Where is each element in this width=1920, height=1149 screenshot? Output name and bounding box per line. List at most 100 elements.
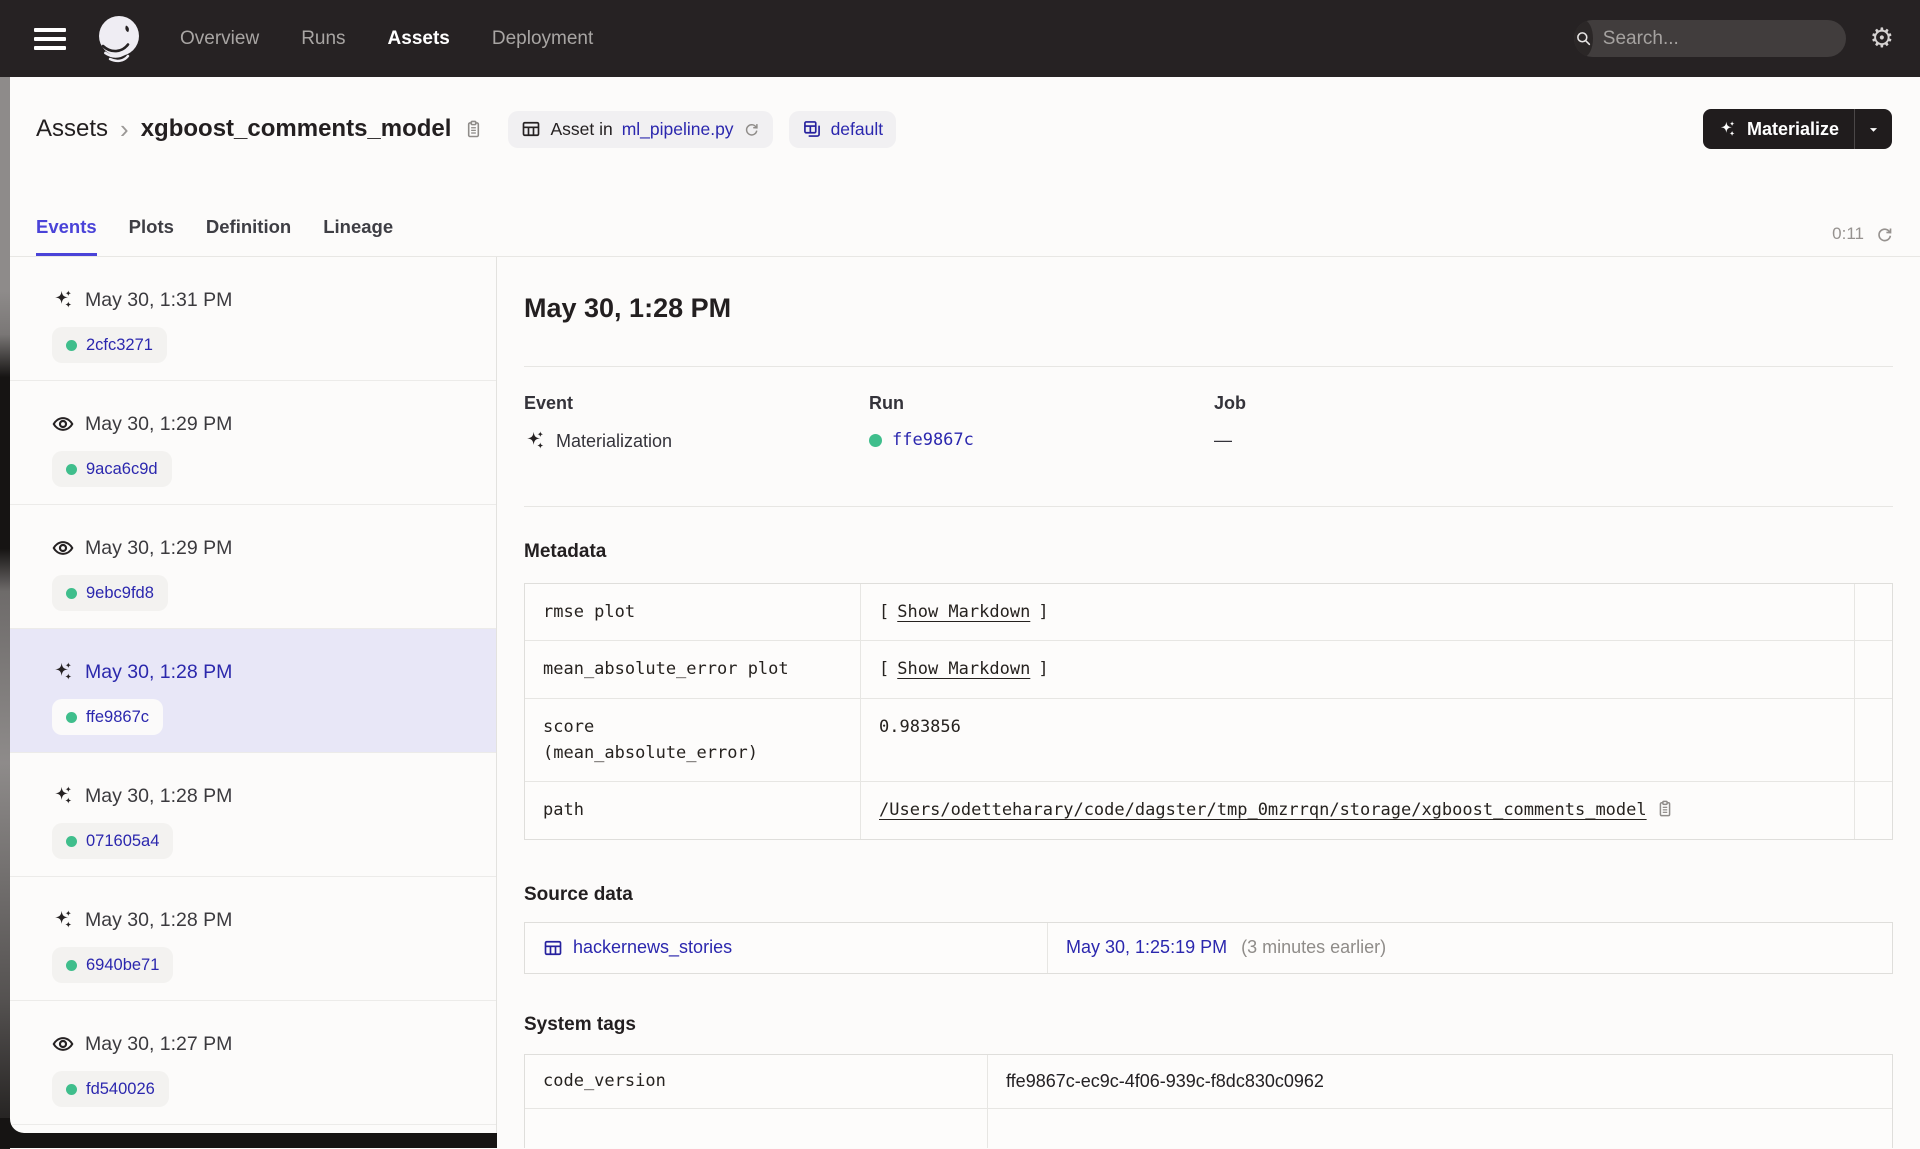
source-asset-cell: hackernews_stories bbox=[525, 923, 1047, 973]
search-icon bbox=[1573, 20, 1593, 57]
show-markdown-link[interactable]: Show Markdown bbox=[897, 656, 1030, 682]
event-list-item[interactable]: May 30, 1:29 PM 9ebc9fd8 bbox=[10, 505, 496, 629]
table-row: path /Users/odetteharary/code/dagster/tm… bbox=[525, 781, 1892, 839]
asset-location-chip[interactable]: Asset in ml_pipeline.py bbox=[508, 110, 773, 148]
event-list-item-selected[interactable]: May 30, 1:28 PM ffe9867c bbox=[10, 629, 496, 753]
summary-job-column: Job — bbox=[1214, 393, 1893, 452]
run-id-tag[interactable]: 2cfc3271 bbox=[52, 327, 167, 363]
materialization-sparkle-icon bbox=[52, 661, 74, 683]
source-relative-time: (3 minutes earlier) bbox=[1241, 937, 1387, 958]
run-id-link[interactable]: 9ebc9fd8 bbox=[86, 584, 154, 603]
reload-code-location-icon[interactable] bbox=[743, 121, 760, 138]
run-id-link[interactable]: ffe9867c bbox=[892, 430, 974, 450]
spare-cell bbox=[1854, 782, 1892, 839]
run-id-link[interactable]: 071605a4 bbox=[86, 832, 159, 851]
page-header: Assets › xgboost_comments_model Asset in… bbox=[10, 77, 1920, 151]
search-input[interactable] bbox=[1592, 27, 1846, 50]
dagster-logo-glyph bbox=[99, 15, 139, 62]
metadata-score-value: 0.983856 bbox=[860, 698, 1854, 782]
breadcrumb-separator: › bbox=[120, 113, 129, 144]
run-status-dot bbox=[66, 835, 77, 847]
run-id-link[interactable]: fd540026 bbox=[86, 1080, 155, 1099]
pipeline-file-link[interactable]: ml_pipeline.py bbox=[622, 119, 734, 140]
table-row: code_version ffe9867c-ec9c-4f06-939c-f8d… bbox=[525, 1054, 1892, 1108]
menu-icon[interactable] bbox=[34, 27, 66, 50]
run-id-tag[interactable]: 071605a4 bbox=[52, 823, 174, 859]
copy-asset-name-icon[interactable] bbox=[463, 119, 484, 140]
system-tag-value: ffe9867c-ec9c-4f06-939c-f8dc830c0962 bbox=[987, 1054, 1892, 1108]
group-chip[interactable]: default bbox=[788, 110, 897, 148]
search-box[interactable]: / bbox=[1573, 20, 1846, 57]
metadata-heading: Metadata bbox=[524, 541, 607, 562]
copy-path-icon[interactable] bbox=[1655, 799, 1675, 819]
table-row: score (mean_absolute_error) 0.983856 bbox=[525, 697, 1892, 782]
run-id-tag[interactable]: fd540026 bbox=[52, 1071, 169, 1107]
run-id-tag[interactable]: 9aca6c9d bbox=[52, 451, 172, 487]
event-list-item[interactable]: May 30, 1:28 PM 071605a4 bbox=[10, 753, 496, 877]
tab-lineage[interactable]: Lineage bbox=[323, 216, 393, 256]
run-id-link[interactable]: 6940be71 bbox=[86, 956, 159, 975]
nav-overview[interactable]: Overview bbox=[180, 28, 259, 50]
materialize-button[interactable]: Materialize bbox=[1702, 109, 1892, 149]
group-name-link[interactable]: default bbox=[831, 119, 884, 140]
tab-definition[interactable]: Definition bbox=[206, 216, 291, 256]
materialization-sparkle-icon bbox=[52, 289, 74, 311]
nav-runs[interactable]: Runs bbox=[301, 28, 345, 50]
event-list: May 30, 1:31 PM 2cfc3271 May 30, 1:29 PM bbox=[10, 257, 497, 1133]
tab-plots[interactable]: Plots bbox=[129, 216, 174, 256]
table-row bbox=[525, 1107, 1892, 1148]
materialize-dropdown-caret[interactable] bbox=[1855, 121, 1892, 138]
breadcrumb-assets-link[interactable]: Assets bbox=[36, 115, 108, 143]
run-status-dot bbox=[66, 959, 77, 971]
run-id-tag[interactable]: 6940be71 bbox=[52, 947, 174, 983]
show-markdown-link[interactable]: Show Markdown bbox=[897, 599, 1030, 625]
nav-assets[interactable]: Assets bbox=[388, 28, 450, 50]
system-tag-value bbox=[987, 1108, 1892, 1148]
event-timestamp: May 30, 1:27 PM bbox=[85, 1032, 233, 1055]
metadata-table: rmse plot [Show Markdown] mean_absolute_… bbox=[524, 583, 1893, 840]
run-status-dot bbox=[66, 711, 77, 723]
metadata-key: mean_absolute_error plot bbox=[543, 659, 789, 680]
materialize-button-label: Materialize bbox=[1746, 118, 1839, 139]
event-list-item[interactable]: May 30, 1:31 PM 2cfc3271 bbox=[10, 257, 496, 381]
event-list-item[interactable]: May 30, 1:28 PM 6940be71 bbox=[10, 877, 496, 1001]
bracket: ] bbox=[1038, 659, 1049, 680]
asset-page: Assets › xgboost_comments_model Asset in… bbox=[0, 77, 1920, 1149]
table-icon bbox=[521, 119, 541, 139]
system-tags-table: code_version ffe9867c-ec9c-4f06-939c-f8d… bbox=[524, 1053, 1893, 1148]
run-status-dot bbox=[66, 1083, 77, 1095]
page-title-asset-name: xgboost_comments_model bbox=[140, 115, 452, 142]
event-list-item[interactable]: May 30, 1:27 PM fd540026 bbox=[10, 1001, 496, 1125]
metadata-key: score (mean_absolute_error) bbox=[543, 716, 758, 764]
source-data-table: hackernews_stories May 30, 1:25:19 PM (3… bbox=[524, 921, 1893, 974]
storage-path-link[interactable]: /Users/odetteharary/code/dagster/tmp_0mz… bbox=[879, 797, 1647, 823]
run-id-link[interactable]: ffe9867c bbox=[86, 708, 149, 727]
spare-cell bbox=[1854, 698, 1892, 782]
event-timestamp: May 30, 1:31 PM bbox=[85, 288, 233, 311]
event-detail-panel: May 30, 1:28 PM Event Materialization Ru… bbox=[498, 257, 1920, 1148]
source-asset-link[interactable]: hackernews_stories bbox=[573, 937, 732, 958]
refresh-icon[interactable] bbox=[1875, 225, 1894, 244]
dagster-logo[interactable] bbox=[92, 12, 146, 66]
run-id-tag[interactable]: 9ebc9fd8 bbox=[52, 575, 168, 611]
settings-gear-icon[interactable]: ⚙ bbox=[1870, 25, 1894, 52]
event-list-item[interactable]: May 30, 1:29 PM 9aca6c9d bbox=[10, 381, 496, 505]
tab-events[interactable]: Events bbox=[36, 216, 97, 256]
run-status-dot bbox=[66, 463, 77, 475]
observation-eye-icon bbox=[52, 413, 74, 435]
source-materialization-time-link[interactable]: May 30, 1:25:19 PM bbox=[1066, 937, 1227, 958]
nav-right: / ⚙ bbox=[1573, 20, 1894, 57]
event-timestamp: May 30, 1:28 PM bbox=[85, 908, 233, 931]
tabs: Events Plots Definition Lineage bbox=[36, 216, 393, 256]
event-summary: Event Materialization Run ffe9867c Job — bbox=[524, 393, 1893, 452]
nav-deployment[interactable]: Deployment bbox=[492, 28, 593, 50]
bracket: [ bbox=[879, 602, 890, 622]
run-status-dot bbox=[66, 339, 77, 351]
tabs-row: Events Plots Definition Lineage 0:11 bbox=[10, 211, 1920, 257]
run-id-link[interactable]: 9aca6c9d bbox=[86, 460, 158, 479]
auto-refresh: 0:11 bbox=[1832, 224, 1894, 256]
event-label: Event bbox=[524, 393, 574, 413]
run-id-tag[interactable]: ffe9867c bbox=[52, 699, 164, 735]
event-type-value: Materialization bbox=[556, 430, 673, 451]
run-id-link[interactable]: 2cfc3271 bbox=[86, 336, 153, 355]
